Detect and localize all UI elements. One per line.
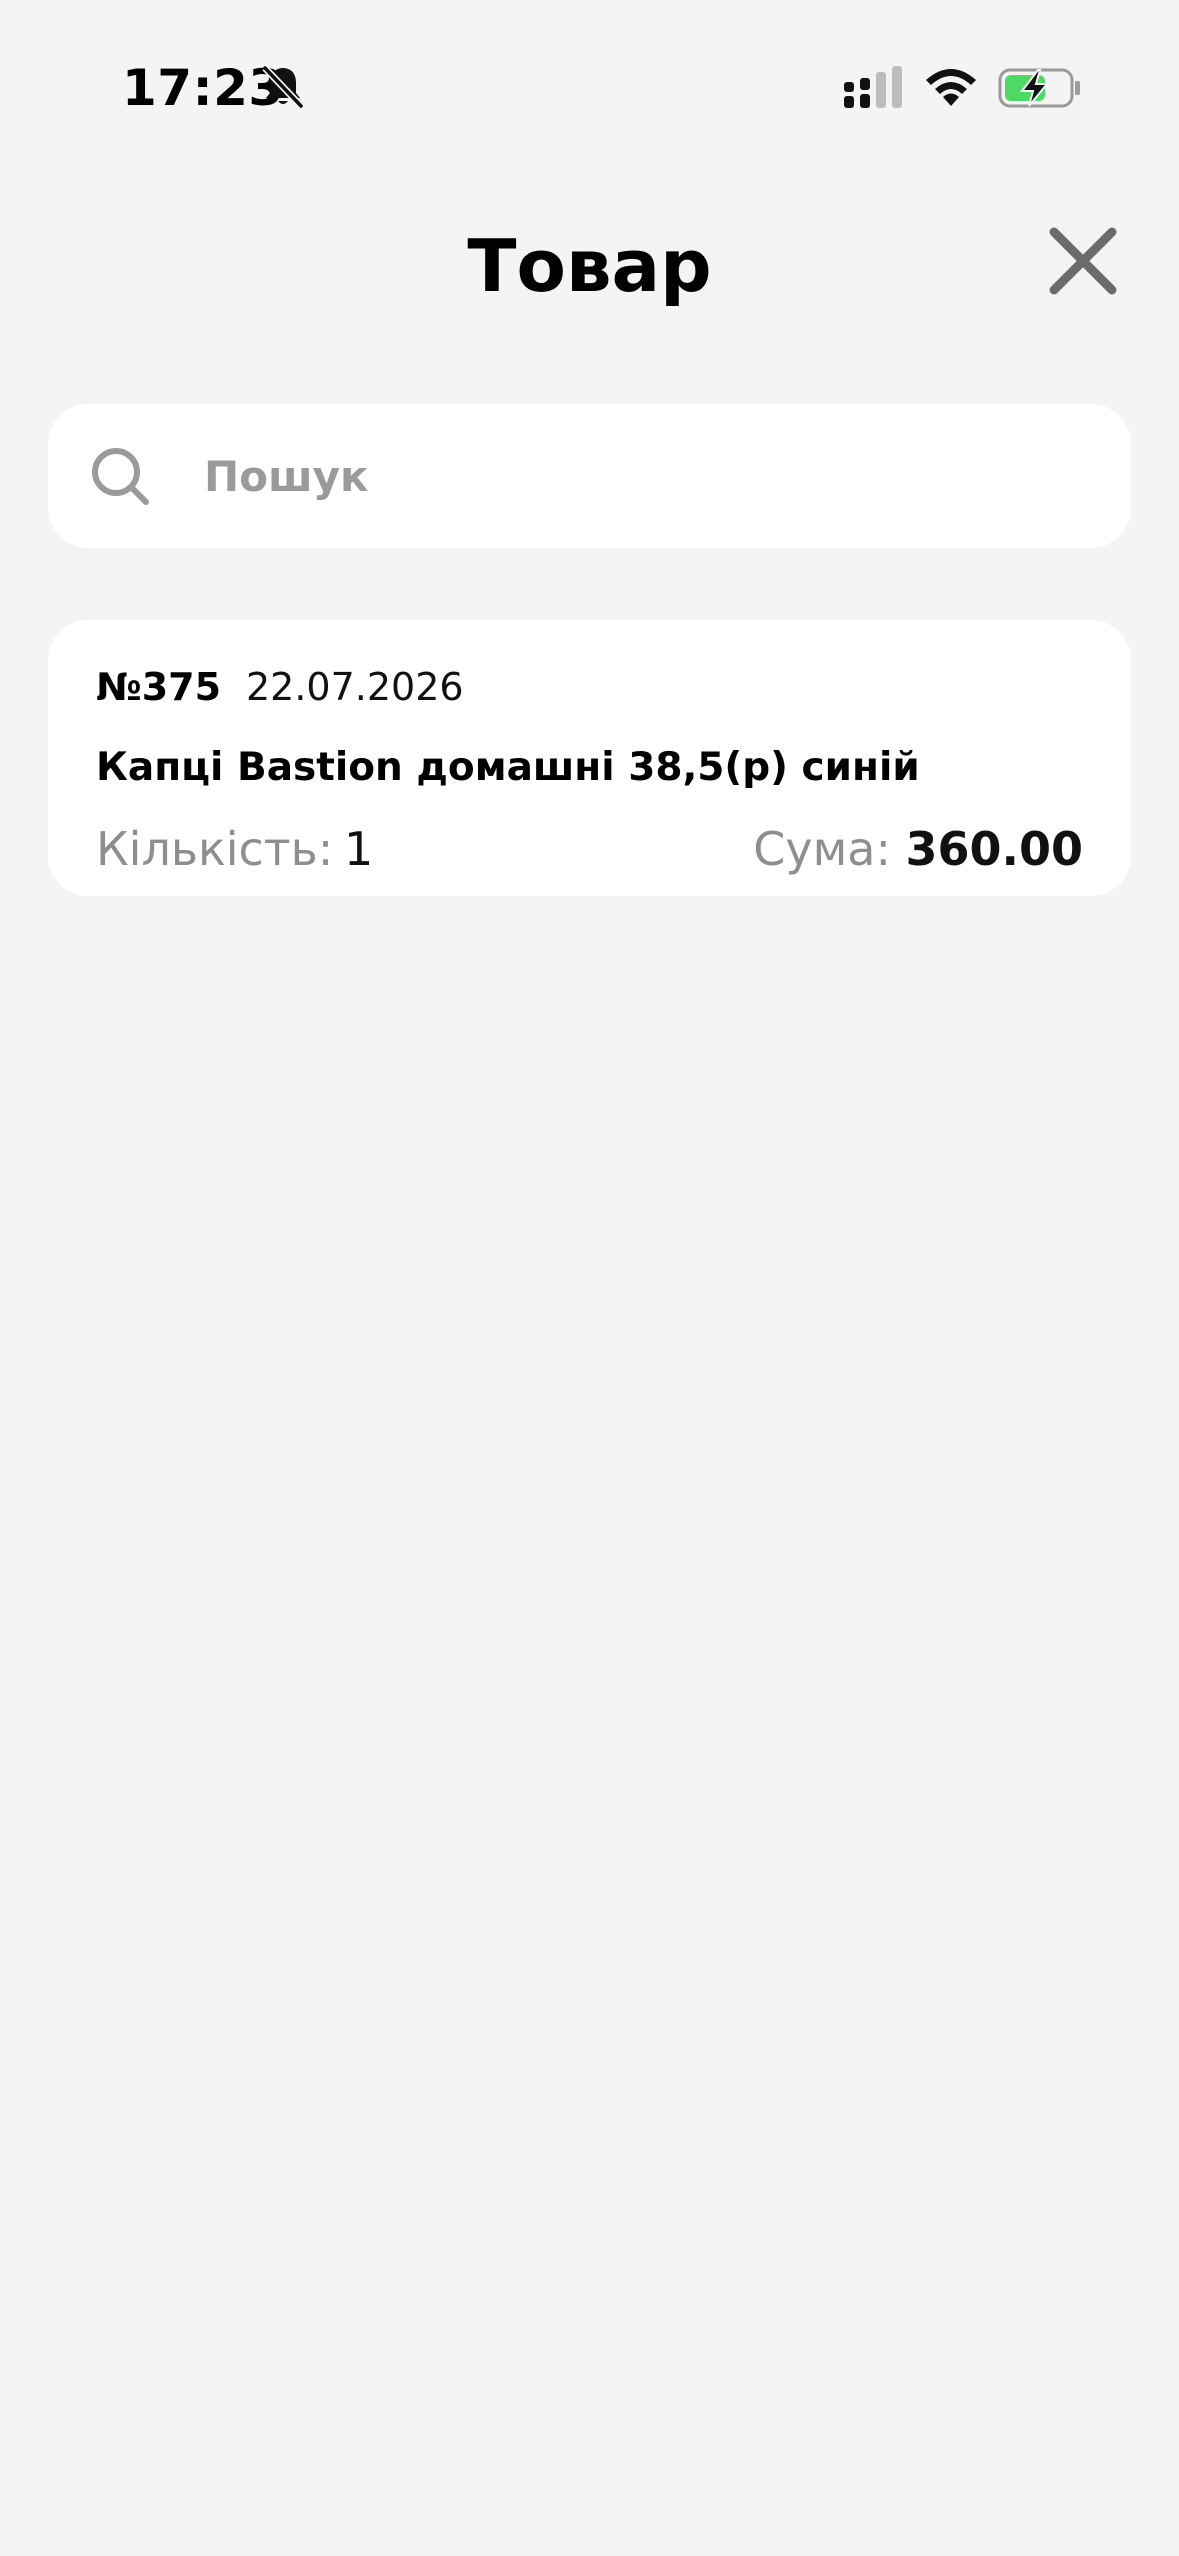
product-name: Капці Bastion домашні 38,5(р) синій (96, 745, 920, 790)
search-input[interactable] (204, 404, 1084, 548)
order-date: 22.07.2026 (246, 665, 464, 709)
cellular-signal-icon (844, 66, 902, 108)
sum-label: Сума: (753, 822, 891, 876)
battery-charging-icon (998, 68, 1080, 108)
order-card[interactable]: №375 22.07.2026 Капці Bastion домашні 38… (48, 620, 1131, 896)
status-bar: 17:23 (0, 0, 1179, 160)
quantity-label: Кількість: (96, 822, 334, 876)
order-number: №375 (96, 665, 222, 709)
close-icon (1049, 227, 1117, 295)
search-field[interactable] (48, 404, 1131, 548)
page-title: Товар (467, 224, 712, 308)
quantity-value: 1 (344, 822, 374, 876)
search-icon (92, 448, 149, 505)
close-button[interactable] (1036, 214, 1130, 308)
wifi-icon (926, 69, 976, 106)
sum-value: 360.00 (905, 822, 1083, 876)
bell-slash-icon (262, 65, 304, 109)
